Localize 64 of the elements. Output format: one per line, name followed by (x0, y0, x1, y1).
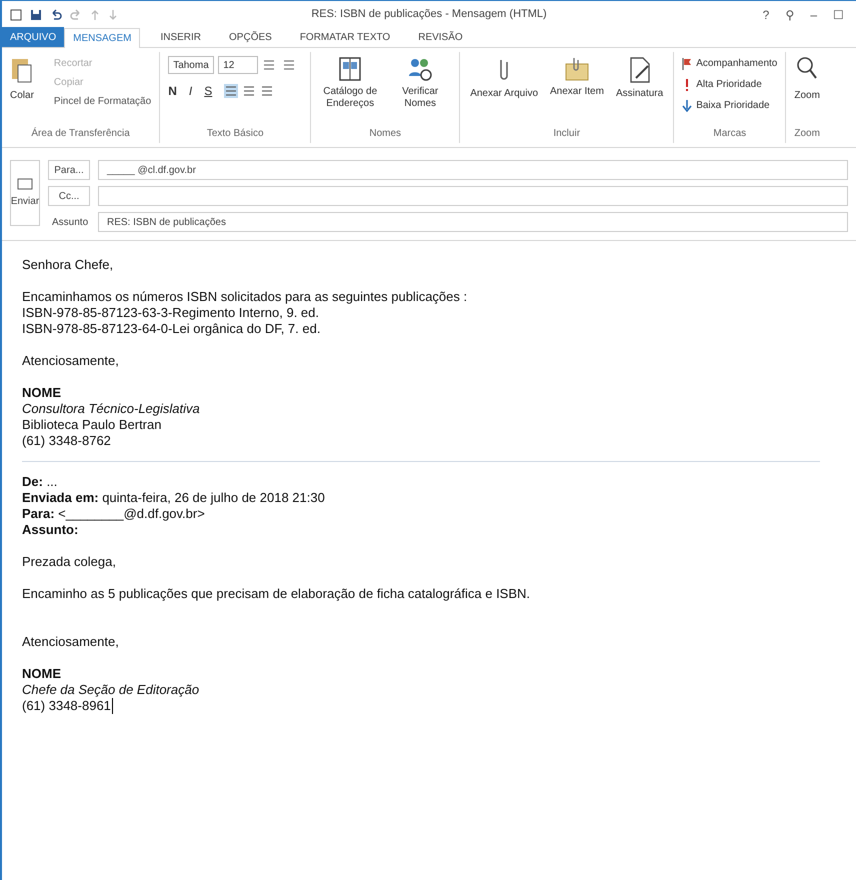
zoom-button[interactable]: Zoom (794, 56, 820, 103)
font-name-field[interactable]: Tahoma (168, 56, 214, 74)
body-text: Assunto: (22, 522, 80, 538)
ribbon-tab[interactable]: ARQUIVO (2, 27, 64, 47)
ribbon-tab[interactable]: MENSAGEM (64, 28, 140, 48)
group-label: Área de Transferência (30, 126, 131, 141)
cc-field[interactable] (98, 186, 848, 206)
body-text: De: ... (22, 474, 58, 490)
send-button[interactable]: Enviar (10, 160, 40, 226)
window-control[interactable]: ☐ (833, 6, 844, 24)
body-text: Encaminhamos os números ISBN solicitados para as seguintes publicações : (22, 289, 468, 305)
body-text: NOME (22, 385, 62, 401)
body-text: NOME (22, 666, 62, 682)
ribbon-tab[interactable]: FORMATAR TEXTO (292, 27, 398, 47)
save-icon[interactable] (30, 8, 42, 20)
body-text: Consultora Técnico-Legislativa (22, 401, 201, 417)
clipboard-button[interactable]: Pincel de Formatação (42, 94, 152, 109)
body-text: Chefe da Seção de Editoração (22, 682, 200, 698)
magnifier-icon (796, 56, 818, 80)
ribbon-tab[interactable]: OPÇÕES (221, 27, 280, 47)
paste-button[interactable]: Colar (10, 56, 34, 103)
window-control[interactable]: ⚲ (785, 6, 794, 24)
style-button[interactable]: I (188, 82, 192, 100)
body-text: (61) 3348-8762 (22, 433, 112, 449)
window-control[interactable]: – (810, 6, 817, 24)
style-button[interactable]: S (204, 82, 212, 100)
to-field[interactable]: _____ @cl.df.gov.br (98, 160, 848, 180)
subject-field[interactable]: RES: ISBN de publicações (98, 212, 848, 232)
clipboard-icon (10, 56, 33, 84)
names-button[interactable]: Verificar Nomes (389, 56, 452, 110)
cc-button[interactable]: Cc... (48, 186, 90, 206)
body-text: Enviada em: quinta-feira, 26 de julho de 2018 21:30 (22, 490, 326, 506)
include-button[interactable]: Assinatura (614, 56, 666, 100)
body-text: Senhora Chefe, (22, 257, 114, 273)
body-text: ISBN-978-85-87123-63-3-Regimento Interno, 9. ed. (22, 305, 320, 321)
include-button[interactable]: Anexar Item (548, 56, 606, 98)
body-text: Encaminho as 5 publicações que precisam de elaboração de ficha catalográfica e ISBN. (22, 586, 532, 602)
app-icon[interactable] (10, 8, 22, 20)
tag-button[interactable]: Alta Prioridade (682, 77, 778, 92)
body-text: ISBN-978-85-87123-64-0-Lei orgânica do DF, 7. ed. (22, 321, 322, 337)
body-text: (61) 3348-8961 (22, 698, 113, 714)
subject-label: Assunto (51, 216, 90, 230)
font-size-field[interactable]: 12 (218, 56, 258, 74)
undo-icon[interactable] (50, 8, 62, 20)
group-label: Incluir (552, 127, 582, 141)
window-title: RES: ISBN de publicações - Mensagem (HTML) (310, 7, 548, 22)
group-label: Nomes (368, 127, 402, 141)
style-button[interactable]: N (168, 82, 177, 100)
ribbon-tab[interactable]: REVISÃO (410, 27, 471, 47)
body-text: Para: <________@d.df.gov.br> (22, 506, 206, 522)
group-label: Zoom (794, 127, 820, 141)
body-text: Prezada colega, (22, 554, 117, 570)
body-text: Atenciosamente, (22, 634, 120, 650)
tag-button[interactable]: Baixa Prioridade (682, 98, 778, 113)
to-button[interactable]: Para... (48, 160, 90, 180)
group-label: Texto Básico (206, 127, 265, 141)
body-text: Biblioteca Paulo Bertran (22, 417, 162, 433)
window-control[interactable]: ? (762, 6, 770, 24)
include-button[interactable]: Anexar Arquivo (468, 56, 540, 100)
ribbon-tab[interactable]: INSERIR (152, 27, 210, 47)
tag-button[interactable]: Acompanhamento (682, 56, 778, 71)
group-label: Marcas (712, 127, 748, 141)
body-text: Atenciosamente, (22, 353, 120, 369)
names-button[interactable]: Catálogo de Endereços (319, 56, 382, 110)
